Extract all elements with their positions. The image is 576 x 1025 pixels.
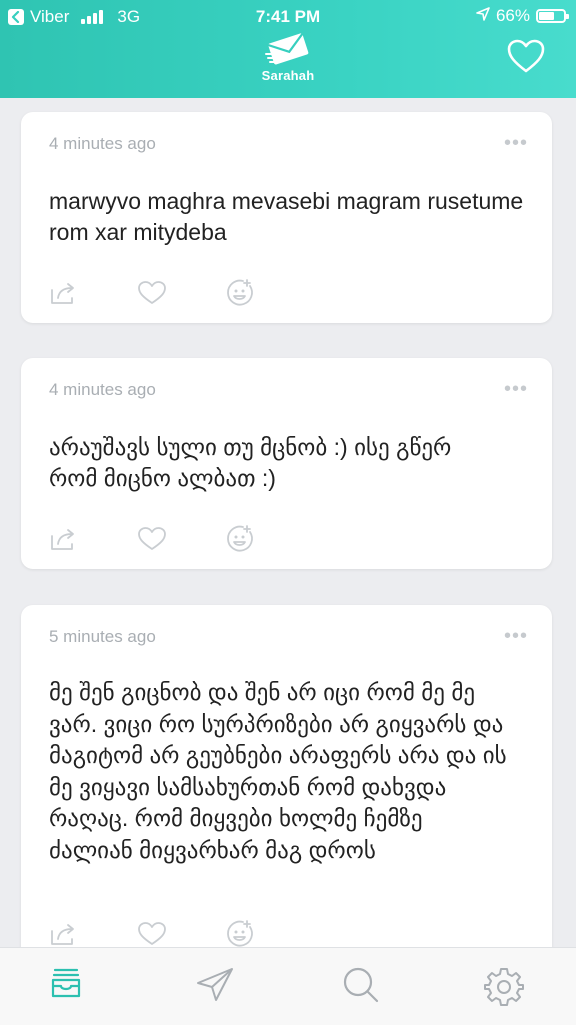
message-card: 4 minutes ago ••• marwyvo maghra mevaseb… [21, 112, 552, 323]
smiley-icon [227, 279, 253, 306]
battery-fill [539, 12, 554, 20]
location-arrow-icon [476, 6, 490, 26]
like-button[interactable] [137, 526, 167, 557]
brand-name: Sarahah [261, 68, 315, 83]
message-time: 4 minutes ago [49, 134, 156, 153]
message-time: 4 minutes ago [49, 380, 156, 399]
sarahah-logo: Sarahah [238, 30, 338, 83]
favorites-button[interactable] [506, 38, 546, 79]
share-button[interactable] [49, 526, 79, 557]
message-text: არაუშავს სული თუ მცნობ :) ისე გწერ რომ მ… [49, 434, 452, 491]
search-icon [343, 967, 379, 1003]
heart-icon [507, 39, 545, 73]
settings-icon [484, 968, 524, 1006]
envelope-logo-icon [265, 33, 309, 65]
more-options-button[interactable]: ••• [504, 132, 528, 155]
tab-bar [0, 947, 576, 1025]
share-icon [51, 924, 74, 945]
tab-search[interactable] [342, 966, 380, 1009]
battery-icon [536, 9, 569, 23]
heart-icon [138, 281, 166, 304]
inbox-icon [51, 968, 81, 998]
tab-settings[interactable] [484, 966, 524, 1011]
message-time: 5 minutes ago [49, 627, 156, 646]
more-options-button[interactable]: ••• [504, 378, 528, 401]
message-text: მე შენ გიცნობ და შენ არ იცი რომ მე მე ვა… [49, 679, 507, 863]
more-options-button[interactable]: ••• [504, 625, 528, 648]
share-icon [51, 283, 74, 304]
share-icon [51, 529, 74, 550]
message-card: 5 minutes ago ••• მე შენ გიცნობ და შენ ა… [21, 605, 552, 975]
status-bar: Viber 3G 7:41 PM 66% [0, 0, 576, 34]
app-header: Viber 3G 7:41 PM 66% Sarahah [0, 0, 576, 98]
smiley-icon [227, 525, 253, 552]
react-button[interactable] [225, 524, 255, 559]
react-button[interactable] [225, 278, 255, 313]
like-button[interactable] [137, 280, 167, 311]
tab-inbox[interactable] [51, 966, 81, 1005]
heart-icon [138, 922, 166, 945]
heart-icon [138, 527, 166, 550]
send-icon [197, 968, 233, 1001]
message-text: marwyvo maghra mevasebi magram rusetume … [49, 188, 524, 245]
share-button[interactable] [49, 280, 79, 311]
smiley-icon [227, 920, 253, 947]
battery-percent: 66% [495, 6, 530, 25]
tab-send[interactable] [195, 966, 235, 1007]
message-card: 4 minutes ago ••• არაუშავს სული თუ მცნობ… [21, 358, 552, 569]
